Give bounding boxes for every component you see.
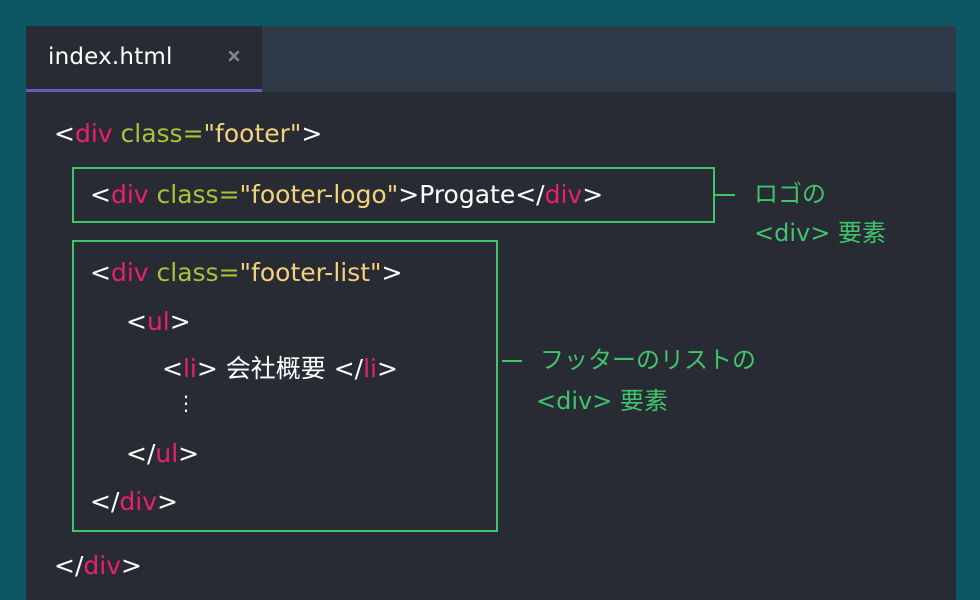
logo-annotation-line2: <div> 要素	[754, 219, 886, 247]
code-line-2: <div class="footer-logo">Progate</div>	[90, 180, 604, 209]
code-line-7: </ul>	[126, 439, 200, 468]
tab-index-html[interactable]: index.html	[26, 26, 262, 92]
code-line-8: </div>	[90, 487, 178, 516]
tab-label: index.html	[48, 44, 173, 70]
logo-connector-line	[715, 194, 735, 196]
list-annotation-line1: フッターのリストの	[540, 346, 756, 374]
tab-bar: index.html	[26, 26, 956, 92]
code-line-3: <div class="footer-list">	[90, 258, 403, 287]
logo-annotation-line1: ロゴの	[754, 180, 826, 208]
code-line-4: <ul>	[126, 307, 191, 336]
code-line-5: <li> 会社概要 </li>	[162, 354, 398, 383]
editor-window: index.html <div class="footer"> <div cla…	[26, 26, 956, 600]
ellipsis-dots: ⋮	[176, 391, 196, 415]
list-annotation-line2: <div> 要素	[536, 387, 668, 415]
code-line-9: </div>	[54, 551, 142, 580]
list-connector-line	[502, 360, 522, 362]
code-area[interactable]: <div class="footer"> <div class="footer-…	[26, 92, 956, 600]
code-line-1: <div class="footer">	[54, 119, 323, 148]
close-icon[interactable]	[226, 48, 242, 64]
